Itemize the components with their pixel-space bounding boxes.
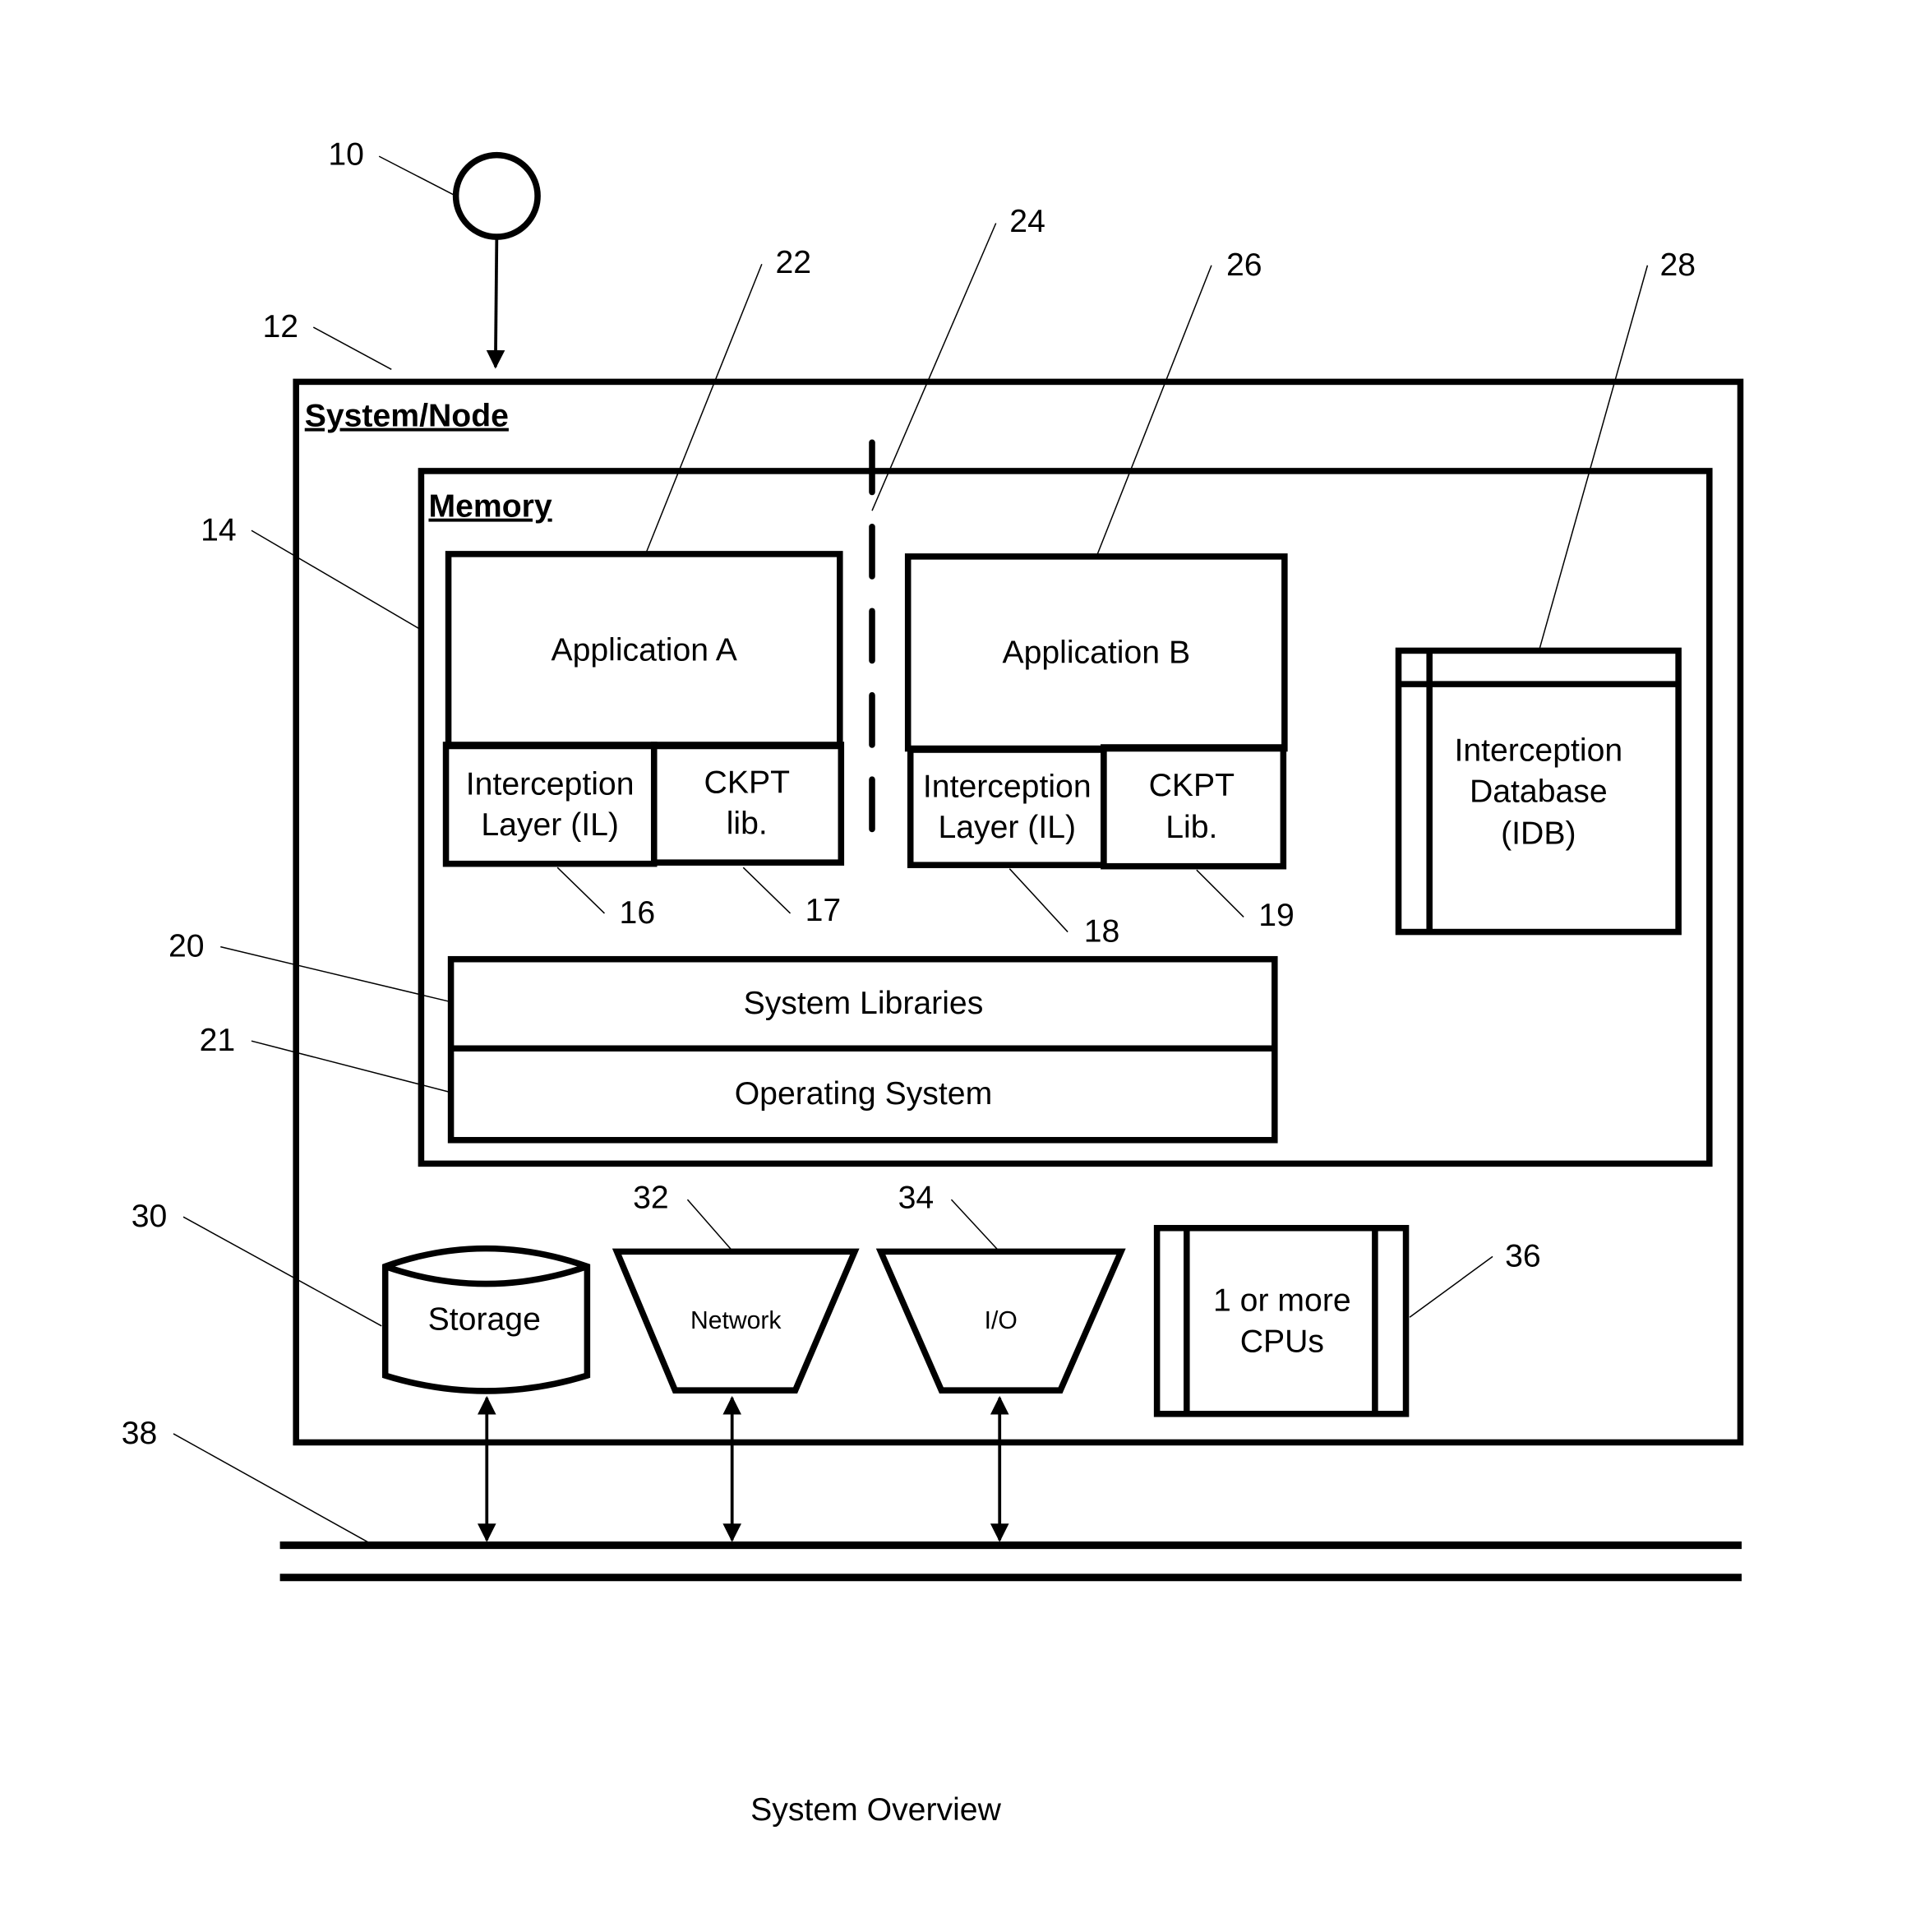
ref-19: 19 <box>1258 898 1295 933</box>
leader-30 <box>182 1216 382 1327</box>
ref-20: 20 <box>168 929 205 964</box>
user-circle-icon <box>452 151 541 240</box>
io: I/O 34 <box>875 1181 1126 1394</box>
interception-database: Interception Database (IDB) 28 <box>1395 247 1696 936</box>
network: Network 32 <box>612 1181 860 1394</box>
ref-21: 21 <box>200 1023 236 1058</box>
leader-20 <box>220 945 449 1002</box>
io-label: I/O <box>985 1307 1018 1334</box>
application-a: Application A Interception Layer (IL) CK… <box>442 245 845 931</box>
leader-19 <box>1196 869 1244 918</box>
app-b-ckpt-line2: Lib. <box>1165 810 1217 845</box>
leader-18 <box>1008 868 1068 933</box>
idb-line2: Database <box>1470 774 1608 809</box>
ref-32: 32 <box>633 1181 669 1216</box>
leader-36 <box>1409 1255 1493 1318</box>
ref-38: 38 <box>122 1416 158 1451</box>
ref-14: 14 <box>201 512 237 548</box>
app-b-ckpt-line1: CKPT <box>1149 768 1235 803</box>
leader-34 <box>950 1199 998 1250</box>
leader-17 <box>742 867 792 914</box>
system-libraries-label: System Libraries <box>744 986 984 1021</box>
ref-17: 17 <box>805 893 842 928</box>
app-b-interception-layer-box <box>907 746 1107 868</box>
application-b-label: Application B <box>1002 636 1190 671</box>
leader-16 <box>556 867 605 914</box>
ref-36: 36 <box>1505 1238 1541 1273</box>
ref-24: 24 <box>1009 204 1045 239</box>
ref-18: 18 <box>1084 914 1120 950</box>
application-b: Application B Interception Layer (IL) CK… <box>904 247 1295 950</box>
system-libraries-os: System Libraries Operating System 20 21 <box>168 929 1278 1144</box>
cpus-line2: CPUs <box>1240 1324 1324 1359</box>
system-bus: 38 <box>122 1395 1742 1582</box>
network-label: Network <box>690 1307 782 1334</box>
leader-10 <box>378 155 456 197</box>
app-a-il-line1: Interception <box>466 766 635 802</box>
app-a-interception-layer-box <box>442 742 658 867</box>
ref-22: 22 <box>775 245 811 280</box>
storage: Storage 30 <box>132 1199 591 1394</box>
app-a-ckpt-line1: CKPT <box>704 765 791 801</box>
app-a-il-line2: Layer (IL) <box>481 807 619 843</box>
ref-34: 34 <box>898 1181 935 1216</box>
ref-28: 28 <box>1660 247 1696 283</box>
process-separator: 24 <box>869 204 1045 858</box>
figure-caption: System Overview <box>750 1792 1001 1828</box>
operating-system-label: Operating System <box>735 1076 993 1112</box>
system-node-title: System/Node <box>305 399 509 434</box>
leader-28 <box>1539 265 1649 649</box>
storage-cylinder-top <box>384 1263 588 1287</box>
leader-32 <box>686 1199 732 1250</box>
leader-14 <box>251 529 419 629</box>
cpus: 1 or more CPUs 36 <box>1153 1224 1541 1417</box>
cpus-line1: 1 or more <box>1213 1283 1351 1319</box>
app-b-il-line2: Layer (IL) <box>938 810 1076 845</box>
leader-38 <box>173 1433 370 1544</box>
memory-title: Memory <box>428 489 552 525</box>
cpus-box <box>1153 1224 1410 1417</box>
leader-26 <box>1096 265 1212 555</box>
ref-10: 10 <box>328 137 364 173</box>
app-a-ckpt-line2: lib. <box>727 806 768 841</box>
leader-12 <box>312 326 392 370</box>
ref-26: 26 <box>1226 247 1262 283</box>
application-a-label: Application A <box>551 633 737 668</box>
user-to-system-arrow <box>486 238 505 369</box>
system-overview-diagram: 10 System/Node 12 Memory 14 Application … <box>122 137 1744 1828</box>
app-b-il-line1: Interception <box>923 769 1092 804</box>
ref-30: 30 <box>132 1199 168 1234</box>
user-node: 10 <box>328 137 541 369</box>
idb-line1: Interception <box>1454 733 1622 769</box>
app-a-ckpt-lib-box <box>650 742 845 866</box>
idb-line3: (IDB) <box>1501 816 1576 852</box>
ref-16: 16 <box>620 895 656 931</box>
ref-12: 12 <box>263 309 299 344</box>
leader-24 <box>871 223 997 511</box>
leader-22 <box>646 263 763 552</box>
app-b-ckpt-lib-box <box>1101 744 1287 870</box>
storage-label: Storage <box>428 1301 541 1337</box>
